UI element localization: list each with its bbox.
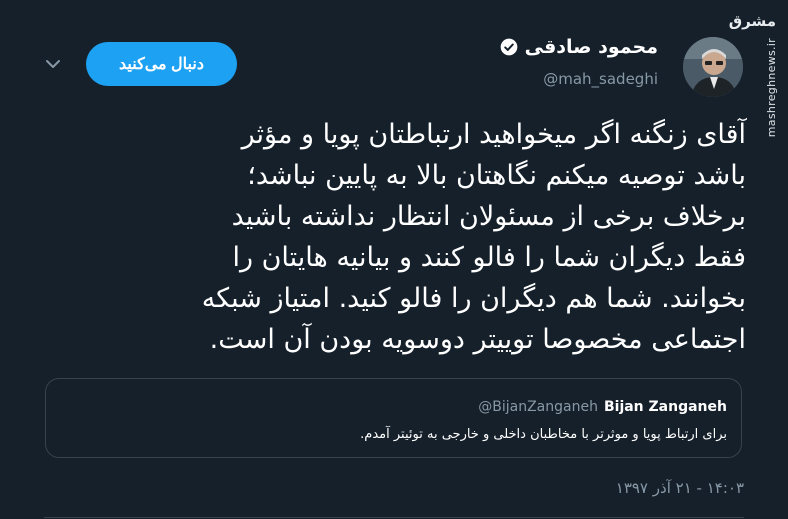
verified-badge-icon — [500, 38, 517, 56]
watermark-site: mashreghnews.ir — [765, 38, 778, 138]
tweet-line: اجتماعی مخصوصا توییتر دوسویه بودن آن است… — [209, 324, 746, 355]
chevron-down-icon[interactable] — [44, 58, 62, 70]
following-button[interactable]: دنبال می‌کنید — [86, 42, 237, 86]
author-handle[interactable]: @mah_sadeghi — [543, 70, 658, 88]
divider — [44, 517, 744, 518]
tweet-line: باشد توصیه میکنم نگاهتان بالا به پایین ن… — [247, 160, 746, 191]
avatar-image — [683, 37, 743, 97]
author-display-name[interactable]: محمود صادقی — [499, 36, 658, 58]
quoted-name: Bijan Zanganeh — [603, 399, 727, 415]
quoted-author: @BijanZanganeh Bijan Zanganeh — [478, 399, 727, 415]
author-name[interactable]: محمود صادقی — [525, 36, 658, 58]
watermark-logo: مشرق — [728, 12, 776, 30]
quoted-tweet[interactable]: @BijanZanganeh Bijan Zanganeh برای ارتبا… — [45, 378, 742, 458]
avatar[interactable] — [683, 37, 743, 97]
tweet-text: آقای زنگنه اگر میخواهید ارتباطتان پویا و… — [40, 114, 746, 360]
tweet-line: آقای زنگنه اگر میخواهید ارتباطتان پویا و… — [241, 119, 746, 150]
quoted-handle: @BijanZanganeh — [478, 399, 598, 415]
tweet-timestamp[interactable]: ۱۴:۰۳ - ۲۱ آذر ۱۳۹۷ — [616, 479, 744, 497]
tweet-line: فقط دیگران شما را فالو کنند و بیانیه های… — [232, 242, 746, 273]
watermark: مشرق mashreghnews.ir — [729, 12, 784, 172]
quoted-text: برای ارتباط پویا و موثرتر با مخاطبان داخ… — [360, 427, 727, 442]
tweet-line: بخوانند. شما هم دیگران را فالو کنید. امت… — [201, 283, 746, 314]
tweet-line: برخلاف برخی از مسئولان انتظار نداشته باش… — [231, 201, 746, 232]
